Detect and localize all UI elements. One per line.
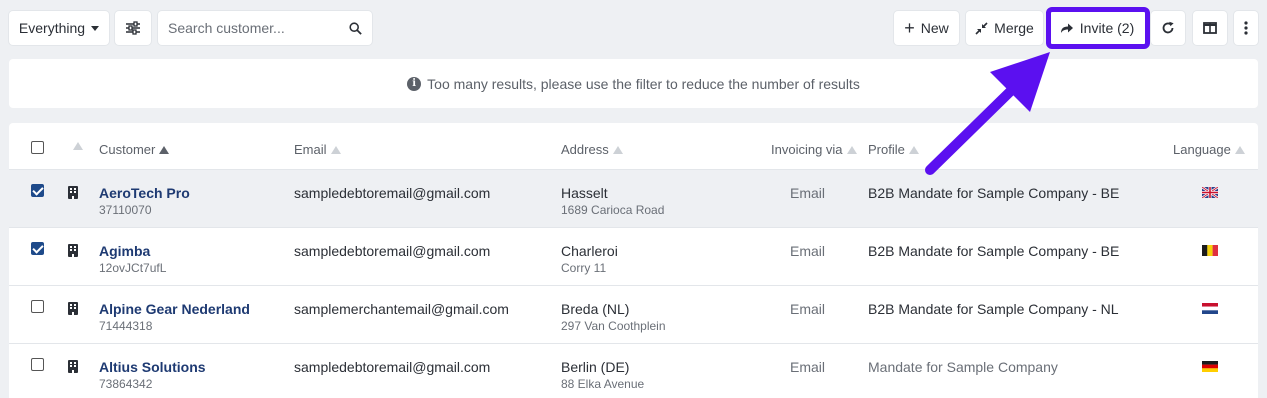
annotation-arrow: [925, 52, 1050, 175]
